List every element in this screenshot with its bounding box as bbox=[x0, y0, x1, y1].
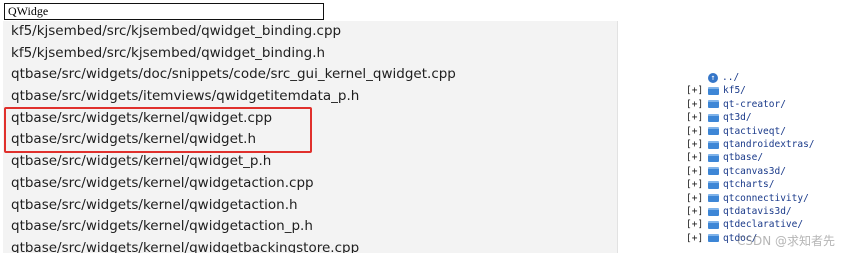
expand-toggle[interactable]: [+] bbox=[686, 232, 708, 245]
dir-row: [+] qtconnectivity/ bbox=[686, 192, 815, 205]
folder-link[interactable]: qt3d/ bbox=[723, 111, 752, 124]
folder-link[interactable]: qtbase/ bbox=[723, 151, 763, 164]
folder-link[interactable]: qtactiveqt/ bbox=[723, 125, 786, 138]
result-item[interactable]: qtbase/src/widgets/kernel/qwidget.h bbox=[3, 129, 617, 151]
dir-row: [+] qtcharts/ bbox=[686, 178, 815, 191]
result-item[interactable]: qtbase/src/widgets/kernel/qwidgetaction.… bbox=[3, 173, 617, 195]
folder-link[interactable]: qtcanvas3d/ bbox=[723, 165, 786, 178]
parent-directory-link[interactable]: ../ bbox=[722, 71, 739, 84]
folder-icon bbox=[708, 220, 719, 229]
expand-toggle[interactable]: [+] bbox=[686, 205, 708, 218]
dir-row: [+] qtactiveqt/ bbox=[686, 125, 815, 138]
folder-link[interactable]: qtdeclarative/ bbox=[723, 218, 803, 231]
folder-link[interactable]: qt-creator/ bbox=[723, 98, 786, 111]
dir-row: [+] kf5/ bbox=[686, 84, 815, 97]
folder-link[interactable]: kf5/ bbox=[723, 84, 746, 97]
result-item[interactable]: qtbase/src/widgets/kernel/qwidgetaction_… bbox=[3, 216, 617, 238]
folder-icon bbox=[708, 87, 719, 96]
expand-toggle[interactable]: [+] bbox=[686, 84, 708, 97]
directory-tree: ↑ ../ [+] kf5/ [+] qt-creator/ [+] qt3d/… bbox=[686, 71, 815, 245]
folder-icon bbox=[708, 234, 719, 243]
expand-toggle[interactable]: [+] bbox=[686, 98, 708, 111]
dir-row: [+] qtdeclarative/ bbox=[686, 218, 815, 231]
result-item[interactable]: kf5/kjsembed/src/kjsembed/qwidget_bindin… bbox=[3, 21, 617, 43]
folder-icon bbox=[708, 180, 719, 189]
dir-row: [+] qtcanvas3d/ bbox=[686, 165, 815, 178]
parent-directory-icon: ↑ bbox=[708, 72, 718, 83]
folder-link[interactable]: qtcharts/ bbox=[723, 178, 774, 191]
result-item[interactable]: qtbase/src/widgets/doc/snippets/code/src… bbox=[3, 64, 617, 86]
expand-toggle[interactable]: [+] bbox=[686, 138, 708, 151]
expand-toggle[interactable]: [+] bbox=[686, 125, 708, 138]
dir-row: [+] qtandroidextras/ bbox=[686, 138, 815, 151]
result-item[interactable]: qtbase/src/widgets/kernel/qwidgetbacking… bbox=[3, 238, 617, 253]
folder-link[interactable]: qtandroidextras/ bbox=[723, 138, 815, 151]
result-item[interactable]: kf5/kjsembed/src/kjsembed/qwidget_bindin… bbox=[3, 43, 617, 65]
folder-icon bbox=[708, 207, 719, 216]
dir-row-up: ↑ ../ bbox=[686, 71, 815, 84]
folder-icon bbox=[708, 167, 719, 176]
dir-row: [+] qtbase/ bbox=[686, 151, 815, 164]
search-input[interactable] bbox=[4, 3, 324, 20]
folder-icon bbox=[708, 127, 719, 136]
expand-toggle[interactable]: [+] bbox=[686, 178, 708, 191]
folder-link[interactable]: qtdatavis3d/ bbox=[723, 205, 792, 218]
folder-link[interactable]: qtconnectivity/ bbox=[723, 192, 809, 205]
expand-toggle[interactable]: [+] bbox=[686, 151, 708, 164]
dir-row: [+] qt3d/ bbox=[686, 111, 815, 124]
folder-icon bbox=[708, 154, 719, 163]
expand-toggle[interactable]: [+] bbox=[686, 111, 708, 124]
folder-icon bbox=[708, 140, 719, 149]
expand-toggle[interactable]: [+] bbox=[686, 218, 708, 231]
autocomplete-dropdown: kf5/kjsembed/src/kjsembed/qwidget_bindin… bbox=[3, 21, 618, 253]
expand-toggle[interactable]: [+] bbox=[686, 192, 708, 205]
result-item[interactable]: qtbase/src/widgets/itemviews/qwidgetitem… bbox=[3, 86, 617, 108]
dir-row: [+] qtdatavis3d/ bbox=[686, 205, 815, 218]
result-item[interactable]: qtbase/src/widgets/kernel/qwidgetaction.… bbox=[3, 195, 617, 217]
result-item[interactable]: qtbase/src/widgets/kernel/qwidget_p.h bbox=[3, 151, 617, 173]
folder-icon bbox=[708, 100, 719, 109]
folder-icon bbox=[708, 113, 719, 122]
dir-row: [+] qt-creator/ bbox=[686, 98, 815, 111]
folder-icon bbox=[708, 194, 719, 203]
watermark: CSDN @求知者先 bbox=[736, 234, 835, 248]
expand-toggle[interactable]: [+] bbox=[686, 165, 708, 178]
result-item[interactable]: qtbase/src/widgets/kernel/qwidget.cpp bbox=[3, 108, 617, 130]
